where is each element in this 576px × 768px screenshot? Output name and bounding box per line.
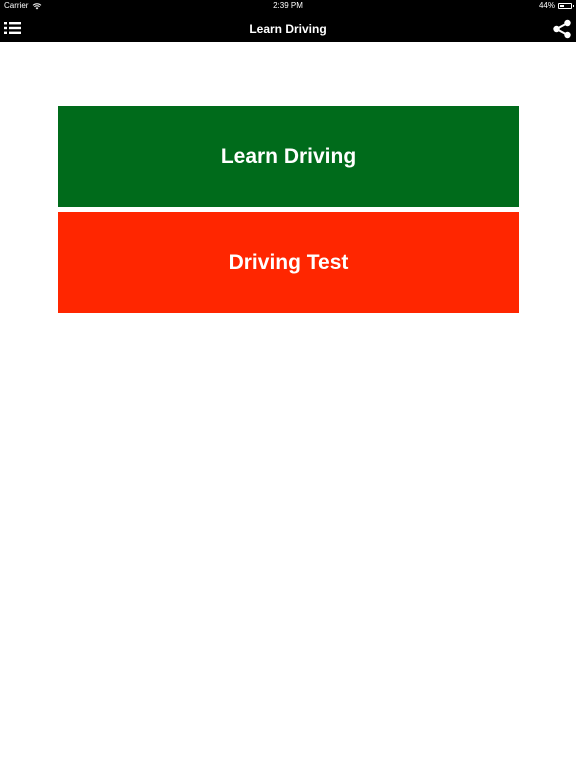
driving-test-label: Driving Test: [228, 250, 349, 274]
driving-test-button[interactable]: Driving Test: [58, 212, 519, 313]
battery-icon: [558, 3, 574, 9]
status-bar: Carrier 2:39 PM 44%: [0, 0, 576, 12]
status-time: 2:39 PM: [273, 1, 303, 10]
battery-percent: 44%: [538, 1, 555, 10]
status-right: 44%: [538, 0, 574, 12]
share-icon[interactable]: [552, 19, 572, 39]
learn-driving-button[interactable]: Learn Driving: [58, 106, 519, 207]
learn-driving-label: Learn Driving: [220, 144, 357, 168]
navigation-bar: Learn Driving: [0, 12, 576, 42]
battery-fill: [560, 5, 564, 7]
page-title: Learn Driving: [249, 22, 327, 36]
